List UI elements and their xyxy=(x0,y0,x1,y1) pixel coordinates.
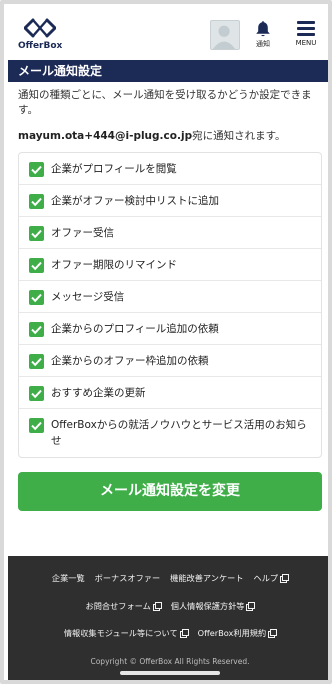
description-text: 通知の種類ごとに、メール通知を受け取るかどうか設定できます。 xyxy=(18,89,312,116)
notification-button[interactable]: 通知 xyxy=(250,18,276,54)
footer-link-privacy-policy[interactable]: 個人情報保護方針等 xyxy=(170,600,256,612)
option-offer-slot-request[interactable]: 企業からのオファー枠追加の依頼 xyxy=(19,345,321,377)
page-title: メール通知設定 xyxy=(8,60,328,82)
submit-button[interactable]: メール通知設定を変更 xyxy=(18,472,322,511)
offerbox-logo[interactable]: OfferBox xyxy=(18,18,68,54)
option-offer-deadline-reminder[interactable]: オファー期限のリマインド xyxy=(19,249,321,281)
option-label: 企業からのオファー枠追加の依頼 xyxy=(51,355,209,367)
bell-icon xyxy=(256,21,270,37)
avatar[interactable] xyxy=(210,20,240,50)
option-label: オファー受信 xyxy=(51,227,114,239)
external-link-icon xyxy=(280,574,290,583)
home-indicator xyxy=(120,671,220,675)
option-message-received[interactable]: メッセージ受信 xyxy=(19,281,321,313)
checkbox-checked-icon[interactable] xyxy=(29,258,44,273)
option-label: 企業からのプロフィール追加の依頼 xyxy=(51,323,219,335)
avatar-placeholder-icon xyxy=(212,25,236,49)
option-profile-addition-request[interactable]: 企業からのプロフィール追加の依頼 xyxy=(19,313,321,345)
option-label: おすすめ企業の更新 xyxy=(51,387,146,399)
external-link-icon xyxy=(179,629,189,638)
option-label: オファー期限のリマインド xyxy=(51,259,177,271)
footer-link-terms-label: OfferBox利用規約 xyxy=(197,628,267,638)
footer-links-row-1: 企業一覧 ボーナスオファー 機能改善アンケート ヘルプ xyxy=(8,572,328,584)
checkbox-checked-icon[interactable] xyxy=(29,386,44,401)
email-notice: mayum.ota+444@i-plug.co.jp宛に通知されます。 xyxy=(18,128,322,143)
footer-link-company-list[interactable]: 企業一覧 xyxy=(52,572,85,584)
footer-link-contact-label: お問合せフォーム xyxy=(85,601,151,611)
footer-link-privacy-label: 個人情報保護方針等 xyxy=(170,601,245,611)
option-recommended-companies[interactable]: おすすめ企業の更新 xyxy=(19,377,321,409)
copyright-text: Copyright © OfferBox All Rights Reserved… xyxy=(90,657,250,666)
app-header: OfferBox 通知 MENU xyxy=(8,8,328,60)
footer-link-bonus-offer[interactable]: ボーナスオファー xyxy=(95,572,161,584)
checkbox-checked-icon[interactable] xyxy=(29,354,44,369)
option-offerbox-news[interactable]: OfferBoxからの就活ノウハウとサービス活用のお知らせ xyxy=(19,409,321,457)
menu-button[interactable]: MENU xyxy=(290,18,322,54)
option-profile-viewed[interactable]: 企業がプロフィールを閲覧 xyxy=(19,153,321,185)
checkbox-checked-icon[interactable] xyxy=(29,226,44,241)
checkbox-checked-icon[interactable] xyxy=(29,194,44,209)
checkbox-checked-icon[interactable] xyxy=(29,162,44,177)
footer-link-info-module-label: 情報収集モジュール等について xyxy=(63,628,178,638)
footer-link-info-module[interactable]: 情報収集モジュール等について xyxy=(63,627,189,639)
menu-label: MENU xyxy=(295,39,317,47)
footer-link-help[interactable]: ヘルプ xyxy=(253,572,290,584)
email-notice-suffix: 宛に通知されます。 xyxy=(192,130,286,142)
option-offer-received[interactable]: オファー受信 xyxy=(19,217,321,249)
option-label: メッセージ受信 xyxy=(51,291,125,303)
footer-link-terms[interactable]: OfferBox利用規約 xyxy=(197,627,278,639)
external-link-icon xyxy=(246,602,256,611)
checkbox-checked-icon[interactable] xyxy=(29,322,44,337)
checkbox-checked-icon[interactable] xyxy=(29,418,44,433)
phone-frame: OfferBox 通知 MENU メール通知設定 通知の種類ごとに、メール通知を… xyxy=(0,0,332,684)
option-label: 企業がオファー検討中リストに追加 xyxy=(51,195,219,207)
footer-links-row-3: 情報収集モジュール等について OfferBox利用規約 xyxy=(8,627,328,639)
hamburger-menu-icon xyxy=(297,21,315,36)
option-label: 企業がプロフィールを閲覧 xyxy=(51,163,177,175)
footer-links-row-2: お問合せフォーム 個人情報保護方針等 xyxy=(8,600,328,612)
logo-text: OfferBox xyxy=(18,41,63,51)
footer-link-help-label: ヘルプ xyxy=(253,573,279,583)
external-link-icon xyxy=(268,629,278,638)
offerbox-logo-mark-icon xyxy=(24,18,56,38)
notification-settings-list: 企業がプロフィールを閲覧 企業がオファー検討中リストに追加 オファー受信 オファ… xyxy=(18,152,322,458)
email-address: mayum.ota+444@i-plug.co.jp xyxy=(18,130,193,142)
option-added-to-consideration-list[interactable]: 企業がオファー検討中リストに追加 xyxy=(19,185,321,217)
footer: 企業一覧 ボーナスオファー 機能改善アンケート ヘルプ お問合せフォーム 個人情報保護方… xyxy=(8,556,328,680)
footer-link-contact-form[interactable]: お問合せフォーム xyxy=(85,600,162,612)
external-link-icon xyxy=(152,602,162,611)
notification-label: 通知 xyxy=(256,40,270,48)
option-label: OfferBoxからの就活ノウハウとサービス活用のお知らせ xyxy=(51,419,307,447)
footer-link-survey[interactable]: 機能改善アンケート xyxy=(170,572,243,584)
checkbox-checked-icon[interactable] xyxy=(29,290,44,305)
